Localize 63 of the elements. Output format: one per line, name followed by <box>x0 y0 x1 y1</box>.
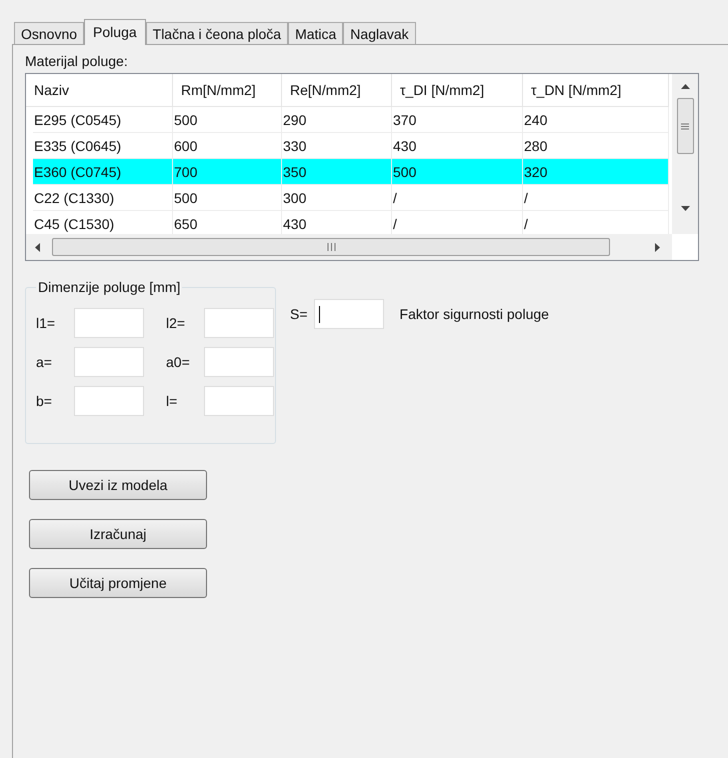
table-cell: E360 (C0745) <box>33 159 173 184</box>
table-cell: 500 <box>392 159 523 184</box>
table-row[interactable]: E360 (C0745) 700 350 500 320 <box>33 159 669 185</box>
table-cell: 280 <box>523 133 669 158</box>
column-header[interactable]: τ_DN [N/mm2] <box>523 74 669 106</box>
table-cell: 700 <box>173 159 282 184</box>
table-cell: / <box>523 185 669 210</box>
table-cell: 500 <box>173 107 282 132</box>
tab[interactable]: Matica <box>288 22 344 44</box>
input-field[interactable] <box>74 308 144 338</box>
scroll-thumb[interactable] <box>52 238 610 256</box>
field-label: a0= <box>165 352 190 372</box>
grip-icon <box>326 243 336 251</box>
table-cell: 370 <box>392 107 523 132</box>
input-field[interactable] <box>74 347 144 377</box>
input-field[interactable] <box>204 347 274 377</box>
field-label: l2= <box>165 314 186 332</box>
vertical-scrollbar[interactable] <box>672 74 698 234</box>
table-cell: 350 <box>282 159 392 184</box>
table-cell: 330 <box>282 133 392 158</box>
input-field[interactable] <box>314 299 384 329</box>
table-cell: / <box>392 185 523 210</box>
tab[interactable]: Poluga <box>84 19 146 45</box>
table-row[interactable]: E335 (C0645) 600 330 430 280 <box>33 133 669 159</box>
horizontal-scrollbar[interactable] <box>26 234 672 260</box>
table-cell: E295 (C0545) <box>33 107 173 132</box>
table-cell: 320 <box>523 159 669 184</box>
up-arrow-icon[interactable] <box>680 84 690 89</box>
action-button[interactable]: Izračunaj <box>29 519 207 549</box>
field-label: a= <box>35 352 52 372</box>
table-cell: 430 <box>392 133 523 158</box>
grip-icon <box>681 122 689 130</box>
tab[interactable]: Naglavak <box>343 22 416 44</box>
table-row[interactable]: E295 (C0545) 500 290 370 240 <box>33 107 669 133</box>
input-field[interactable] <box>204 308 274 338</box>
action-button[interactable]: Učitaj promjene <box>29 568 207 598</box>
column-header[interactable]: Rm[N/mm2] <box>173 74 282 106</box>
field-description: Faktor sigurnosti poluge <box>400 304 549 324</box>
down-arrow-icon[interactable] <box>680 206 690 211</box>
table-cell: C22 (C1330) <box>33 185 173 210</box>
table-cell: E335 (C0645) <box>33 133 173 158</box>
table-cell: 600 <box>173 133 282 158</box>
right-arrow-icon[interactable] <box>655 242 660 252</box>
field-label: l= <box>165 392 178 410</box>
field-label: S= <box>290 304 308 324</box>
input-field[interactable] <box>204 386 274 416</box>
table-row[interactable]: C22 (C1330) 500 300 / / <box>33 185 669 211</box>
left-arrow-icon[interactable] <box>35 242 40 252</box>
scroll-thumb[interactable] <box>676 98 694 154</box>
field-label: b= <box>35 392 52 410</box>
tab[interactable]: Osnovno <box>14 22 84 44</box>
tab[interactable]: Tlačna i čeona ploča <box>146 22 288 44</box>
table-cell: 240 <box>523 107 669 132</box>
field-label: l1= <box>35 314 56 332</box>
input-field[interactable] <box>74 386 144 416</box>
material-label: Materijal poluge: <box>25 52 128 71</box>
column-header[interactable]: Naziv <box>26 74 173 106</box>
column-header[interactable]: Re[N/mm2] <box>282 74 392 106</box>
column-header[interactable]: τ_DI [N/mm2] <box>392 74 523 106</box>
action-button[interactable]: Uvezi iz modela <box>29 470 207 500</box>
table-cell: 500 <box>173 185 282 210</box>
table-cell: 300 <box>282 185 392 210</box>
table-cell: 290 <box>282 107 392 132</box>
